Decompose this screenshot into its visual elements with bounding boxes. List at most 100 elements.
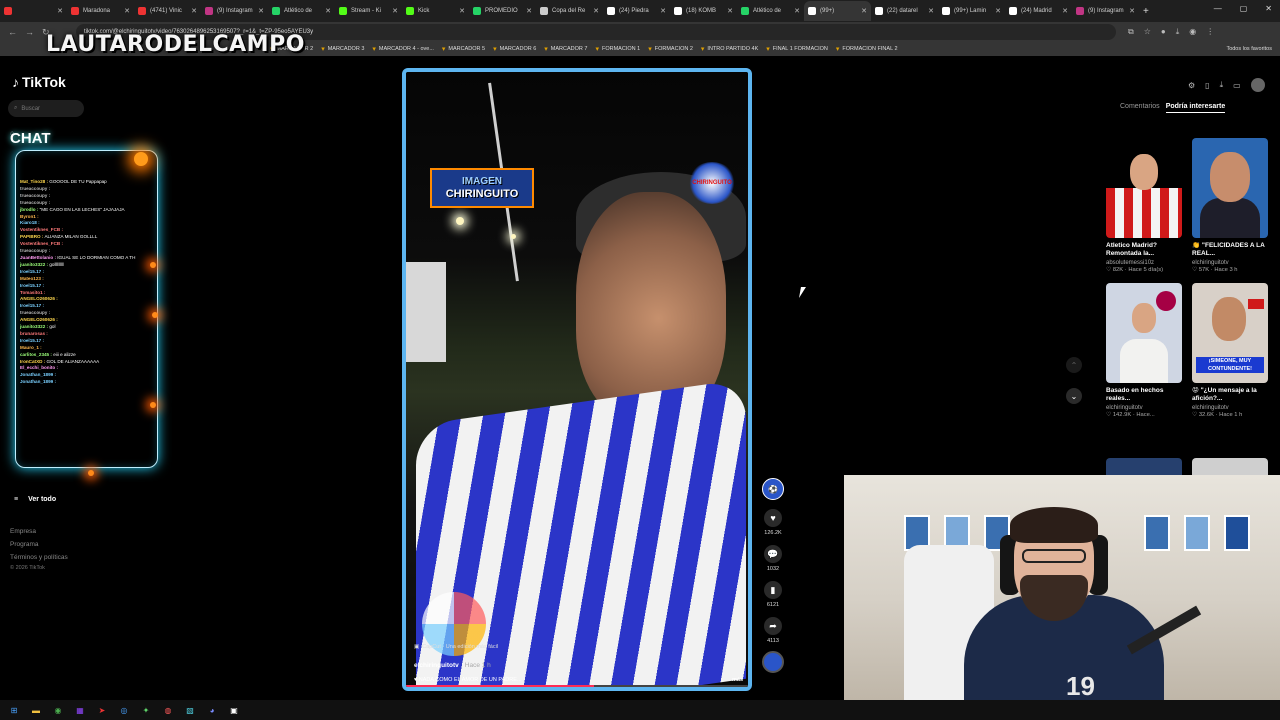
new-tab-icon[interactable]: + <box>1143 6 1149 17</box>
profile-icon[interactable]: ◉ <box>1189 27 1196 37</box>
footer-link-terms[interactable]: Términos y políticas <box>10 554 68 561</box>
browser-tab[interactable]: (99+) Lamin ✕ <box>938 1 1005 21</box>
bookmark-item[interactable]: ▾ MARCADOR 5 <box>442 45 485 53</box>
tab-comments[interactable]: Comentarios <box>1120 103 1160 113</box>
recommendation-card[interactable]: 👏 "FELICIDADES A LA REAL... elchiringuito… <box>1192 138 1268 273</box>
recommendation-card[interactable]: ¡SIMEONE, MUY CONTUNDENTE! 😡 "¿Un mensaje… <box>1192 283 1268 418</box>
tab-close-icon[interactable]: ✕ <box>660 7 666 15</box>
tab-close-icon[interactable]: ✕ <box>124 7 130 15</box>
bookmark-item[interactable]: ▾ FINAL 1 FORMACION <box>766 45 828 53</box>
bookmark-item[interactable]: ▾ FORMACION FINAL 2 <box>836 45 898 53</box>
tab-close-icon[interactable]: ✕ <box>1129 7 1135 15</box>
video-progress-bar[interactable] <box>406 685 748 687</box>
recommendation-title[interactable]: Basado en hechos reales... <box>1106 387 1182 403</box>
recommendation-thumbnail[interactable] <box>1106 283 1182 383</box>
like-button[interactable]: ♥ 126.2K <box>764 509 782 536</box>
browser-tab[interactable]: (9) Instagram ✕ <box>1072 1 1139 21</box>
browser-tab[interactable]: (24) Madrid ✕ <box>1005 1 1072 21</box>
obs-icon[interactable]: ◍ <box>162 704 174 716</box>
browser-tab[interactable]: (99+) ✕ <box>804 1 871 21</box>
browser-tab[interactable]: Stream - Ki ✕ <box>335 1 402 21</box>
tab-close-icon[interactable]: ✕ <box>794 7 800 15</box>
back-icon[interactable]: ← <box>8 27 17 38</box>
bookmark-star-icon[interactable]: ☆ <box>1144 27 1151 37</box>
menu-icon[interactable]: ⋮ <box>1206 27 1214 37</box>
browser-tab[interactable]: Atlético de ✕ <box>737 1 804 21</box>
browser-tab[interactable]: ✕ <box>0 1 67 21</box>
browser-tab[interactable]: (24) Piedra ✕ <box>603 1 670 21</box>
bookmark-item[interactable]: ▾ FORMACION 2 <box>648 45 693 53</box>
tab-close-icon[interactable]: ✕ <box>325 7 331 15</box>
user-avatar[interactable] <box>1250 78 1265 92</box>
tab-close-icon[interactable]: ✕ <box>191 7 197 15</box>
next-video-button[interactable]: ⌄ <box>1066 388 1082 404</box>
recommendation-card[interactable]: Basado en hechos reales... elchiringuitot… <box>1106 283 1182 418</box>
bookmark-item[interactable]: ▾ INTRO PARTIDO 4K <box>701 45 758 53</box>
video-author[interactable]: elchiringuitotv Hace 1 h <box>414 662 491 669</box>
capcut-label[interactable]: ▣ CapCut · Una edición más fácil <box>414 644 498 650</box>
forward-icon[interactable]: → <box>25 27 34 38</box>
start-icon[interactable]: ⊞ <box>8 704 20 716</box>
twitch-icon[interactable]: ▦ <box>74 704 86 716</box>
more-link[interactable]: más <box>732 677 743 683</box>
video-player[interactable]: IMAGEN CHIRINGUITO CHIRINGUITO ▣ CapCut … <box>402 68 752 691</box>
inbox-icon[interactable]: ▭ <box>1233 81 1241 90</box>
app-white-icon[interactable]: ▣ <box>228 704 240 716</box>
browser-tab[interactable]: Kick ✕ <box>402 1 469 21</box>
see-all-link[interactable]: ≡ Ver todo <box>14 496 56 503</box>
footer-link-empresa[interactable]: Empresa <box>10 528 68 535</box>
recommendation-user[interactable]: elchiringuitotv <box>1192 405 1268 411</box>
bookmark-item[interactable]: ▾ MARCADOR 7 <box>544 45 587 53</box>
save-button[interactable]: ▮ 6121 <box>764 581 782 608</box>
close-window-icon[interactable]: ✕ <box>1265 4 1272 13</box>
tab-close-icon[interactable]: ✕ <box>57 7 63 15</box>
bookmark-item[interactable]: ▾ MARCADOR 3 <box>321 45 364 53</box>
share-button[interactable]: ➦ 4113 <box>764 617 782 644</box>
maximize-icon[interactable]: ▢ <box>1240 4 1248 13</box>
tab-recommended[interactable]: Podría interesarte <box>1165 103 1226 113</box>
device-icon[interactable]: ▯ <box>1205 81 1209 90</box>
search-input[interactable]: ⌕ Buscar <box>8 100 84 117</box>
browser-tab[interactable]: Maradona ✕ <box>67 1 134 21</box>
tab-close-icon[interactable]: ✕ <box>995 7 1001 15</box>
app-cyan-icon[interactable]: ▧ <box>184 704 196 716</box>
tab-close-icon[interactable]: ✕ <box>392 7 398 15</box>
bookmark-item[interactable]: ▾ MARCADOR 4 - ove... <box>372 45 434 53</box>
bookmark-item[interactable]: ▾ FORMACION 1 <box>595 45 640 53</box>
file-explorer-icon[interactable]: ▬ <box>30 704 42 716</box>
settings-icon[interactable]: ⚙ <box>1188 81 1195 90</box>
recommendation-card[interactable]: Atletico Madrid? Remontada la... absolute… <box>1106 138 1182 273</box>
previous-video-button[interactable]: ⌃ <box>1066 357 1082 373</box>
browser-tab[interactable]: (22) datarel ✕ <box>871 1 938 21</box>
footer-link-programa[interactable]: Programa <box>10 541 68 548</box>
recommendation-thumbnail[interactable]: ¡SIMEONE, MUY CONTUNDENTE! <box>1192 283 1268 383</box>
download-icon[interactable]: ⤓ <box>1176 27 1180 37</box>
cast-icon[interactable]: ⧉ <box>1128 27 1134 37</box>
bookmark-item[interactable]: ▾ MARCADOR 6 <box>493 45 536 53</box>
video-username[interactable]: elchiringuitotv <box>414 662 459 669</box>
browser-tab[interactable]: (9) Instagram ✕ <box>201 1 268 21</box>
tab-close-icon[interactable]: ✕ <box>1062 7 1068 15</box>
extension-icon[interactable]: ● <box>1161 27 1166 37</box>
music-disc-icon[interactable] <box>762 651 784 673</box>
browser-tab[interactable]: (18) KOMB ✕ <box>670 1 737 21</box>
minimize-icon[interactable]: — <box>1214 4 1222 13</box>
tab-close-icon[interactable]: ✕ <box>593 7 599 15</box>
browser-tab[interactable]: Copa del Re ✕ <box>536 1 603 21</box>
comment-button[interactable]: 💬 1032 <box>764 545 782 572</box>
recommendation-thumbnail[interactable] <box>1192 138 1268 238</box>
tab-close-icon[interactable]: ✕ <box>861 7 867 15</box>
recommendation-title[interactable]: 😡 "¿Un mensaje a la afición?... <box>1192 387 1268 403</box>
tab-close-icon[interactable]: ✕ <box>727 7 733 15</box>
tab-close-icon[interactable]: ✕ <box>928 7 934 15</box>
browser-tab[interactable]: Atlético de ✕ <box>268 1 335 21</box>
recommendation-user[interactable]: elchiringuitotv <box>1106 405 1182 411</box>
chrome-icon[interactable]: ◉ <box>52 704 64 716</box>
tiktok-logo[interactable]: ♪ TikTok <box>12 74 66 90</box>
discord-icon[interactable]: ◕ <box>206 704 218 716</box>
app-blue-icon[interactable]: ◎ <box>118 704 130 716</box>
recommendation-title[interactable]: Atletico Madrid? Remontada la... <box>1106 242 1182 258</box>
recommendation-title[interactable]: 👏 "FELICIDADES A LA REAL... <box>1192 242 1268 258</box>
tab-close-icon[interactable]: ✕ <box>459 7 465 15</box>
recommendation-user[interactable]: absolutemessi10z <box>1106 260 1182 266</box>
